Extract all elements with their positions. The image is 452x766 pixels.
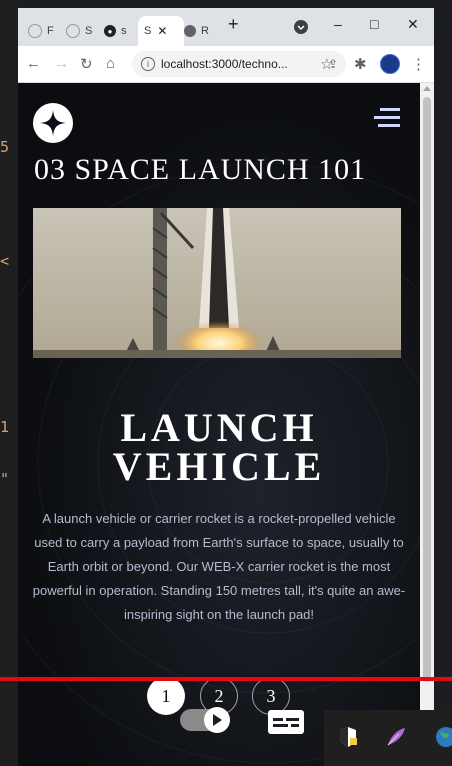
browser-tab-active[interactable]: S ✕ [138,16,184,46]
profile-avatar[interactable] [380,54,400,74]
tab-label: s [121,25,127,37]
description-text: A launch vehicle or carrier rocket is a … [32,511,406,622]
code-editor-strip: 5 < 1 " [0,0,18,766]
site-info-icon[interactable]: i [141,57,155,71]
tab-label: R [201,25,209,37]
address-bar[interactable]: i localhost:3000/techno... ⇪ [132,51,346,77]
shield-icon[interactable] [332,717,364,757]
captions-icon[interactable] [268,710,304,734]
browser-toolbar: ← → ↻ ⌂ i localhost:3000/techno... ⇪ ☆ ✱… [18,46,434,83]
star-logo-icon[interactable] [33,103,73,143]
editor-glyph: 5 [0,138,10,156]
autoplay-toggle[interactable] [180,707,230,733]
launch-vehicle-image [33,208,401,358]
video-progress-bar[interactable] [0,677,452,681]
heading-line: LAUNCH [120,405,318,450]
close-tab-icon[interactable]: ✕ [157,24,167,38]
maximize-button[interactable]: □ [370,16,378,32]
section-heading: LAUNCH VEHICLE [18,405,420,489]
tab-label: F [47,25,54,37]
feather-icon[interactable] [380,717,412,757]
page-title: 03 SPACE LAUNCH 101 [34,153,367,186]
tab-search-icon[interactable] [294,20,308,37]
hamburger-icon[interactable] [374,108,400,132]
forward-arrow-icon[interactable]: → [54,55,69,72]
browser-tab[interactable]: F [28,16,54,46]
scrollbar-thumb[interactable] [423,97,431,682]
tab-bar: F S ● s S ✕ R + – □ ✕ [18,8,434,46]
editor-glyph: < [0,252,10,270]
browser-window: F S ● s S ✕ R + – □ ✕ ← → ↻ ⌂ i localhos… [18,8,434,766]
reload-icon[interactable]: ↻ [80,55,93,73]
browser-tab[interactable]: ● s [104,16,127,46]
url-text: localhost:3000/techno... [161,57,288,71]
minimize-button[interactable]: – [334,16,342,32]
editor-glyph: 1 [0,418,10,436]
heading-line: VEHICLE [112,444,326,489]
pager-button-1[interactable]: 1 [147,677,185,715]
play-icon [204,707,230,733]
browser-tab[interactable]: R [184,16,209,46]
browser-menu-icon[interactable]: ⋮ [411,55,426,73]
back-arrow-icon[interactable]: ← [26,55,41,72]
browser-tab[interactable]: S [66,16,92,46]
extensions-icon[interactable]: ✱ [354,55,367,73]
tab-favicon [28,24,42,38]
github-icon: ● [104,25,116,37]
editor-glyph: " [0,470,10,488]
tab-label: S [144,25,152,37]
home-icon[interactable]: ⌂ [106,55,115,72]
page-scrollbar[interactable] [420,83,434,766]
globe-icon[interactable] [430,717,452,757]
globe-icon [184,25,196,37]
tab-label: S [85,25,93,37]
new-tab-button[interactable]: + [228,14,239,35]
tab-favicon [66,24,80,38]
page-viewport: 03 SPACE LAUNCH 101 LAUNCH VEHICLE A lau… [18,83,420,766]
scroll-up-arrow-icon[interactable] [423,86,431,91]
close-window-button[interactable]: ✕ [407,16,419,33]
bookmark-star-icon[interactable]: ☆ [320,55,333,73]
